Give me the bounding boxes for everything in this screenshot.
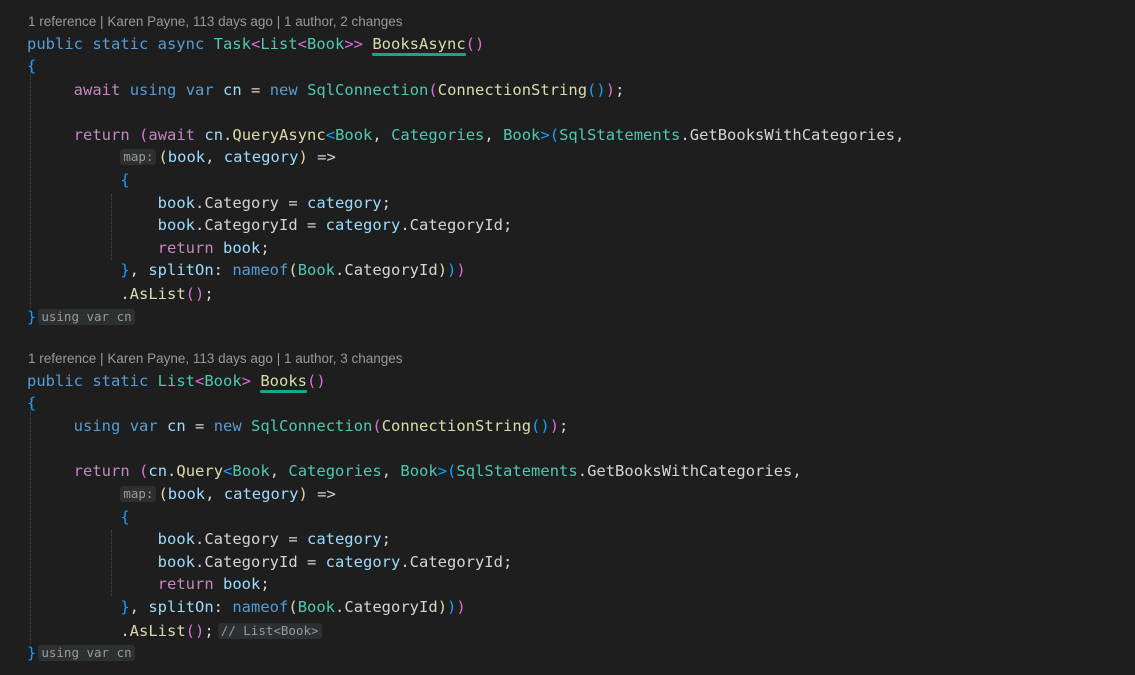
- codelens-changes[interactable]: 1 author, 2 changes: [284, 14, 403, 29]
- codelens-author[interactable]: Karen Payne, 113 days ago: [107, 351, 273, 366]
- code-line[interactable]: return (await cn.QueryAsync<Book, Catego…: [27, 124, 905, 146]
- code-line[interactable]: book.CategoryId = category.CategoryId;: [27, 214, 513, 236]
- codelens-references[interactable]: 1 reference: [28, 351, 96, 366]
- code-line[interactable]: {: [27, 55, 36, 77]
- code-line[interactable]: map: (book, category) =>: [27, 146, 336, 168]
- code-line[interactable]: .AsList();: [27, 283, 213, 305]
- inlay-hint-block-end: using var cn: [38, 309, 135, 325]
- code-line[interactable]: return (cn.Query<Book, Categories, Book>…: [27, 460, 802, 482]
- inlay-hint-type: // List<Book>: [217, 623, 322, 639]
- code-line[interactable]: public static List<Book> Books(): [27, 370, 326, 392]
- code-line[interactable]: {: [27, 506, 129, 528]
- code-line[interactable]: .AsList();// List<Book>: [27, 620, 324, 642]
- code-line[interactable]: map: (book, category) =>: [27, 483, 336, 505]
- code-line[interactable]: public static async Task<List<Book>> Boo…: [27, 33, 484, 55]
- codelens-method1: 1 reference | Karen Payne, 113 days ago …: [28, 14, 403, 29]
- inlay-hint-map: map:: [120, 486, 157, 502]
- inlay-hint-block-end: using var cn: [38, 645, 135, 661]
- codelens-changes[interactable]: 1 author, 3 changes: [284, 351, 403, 366]
- inlay-hint-map: map:: [120, 149, 157, 165]
- codelens-references[interactable]: 1 reference: [28, 14, 96, 29]
- code-line[interactable]: book.Category = category;: [27, 192, 391, 214]
- method-name-books: Books: [260, 372, 308, 390]
- code-line[interactable]: {: [27, 169, 129, 191]
- code-line[interactable]: } using var cn: [27, 306, 137, 328]
- code-line[interactable]: return book;: [27, 573, 270, 595]
- code-line[interactable]: }, splitOn: nameof(Book.CategoryId))): [27, 259, 465, 281]
- code-line[interactable]: await using var cn = new SqlConnection(C…: [27, 79, 625, 101]
- code-line[interactable]: } using var cn: [27, 642, 137, 664]
- code-line[interactable]: book.CategoryId = category.CategoryId;: [27, 551, 513, 573]
- code-line[interactable]: }, splitOn: nameof(Book.CategoryId))): [27, 596, 465, 618]
- codelens-author[interactable]: Karen Payne, 113 days ago: [107, 14, 273, 29]
- code-line[interactable]: return book;: [27, 237, 270, 259]
- code-line[interactable]: using var cn = new SqlConnection(Connect…: [27, 415, 569, 437]
- code-line[interactable]: {: [27, 392, 36, 414]
- codelens-method2: 1 reference | Karen Payne, 113 days ago …: [28, 351, 403, 366]
- code-line[interactable]: book.Category = category;: [27, 528, 391, 550]
- method-name-booksasync: BooksAsync: [372, 35, 466, 53]
- code-editor[interactable]: 1 reference | Karen Payne, 113 days ago …: [0, 0, 1135, 675]
